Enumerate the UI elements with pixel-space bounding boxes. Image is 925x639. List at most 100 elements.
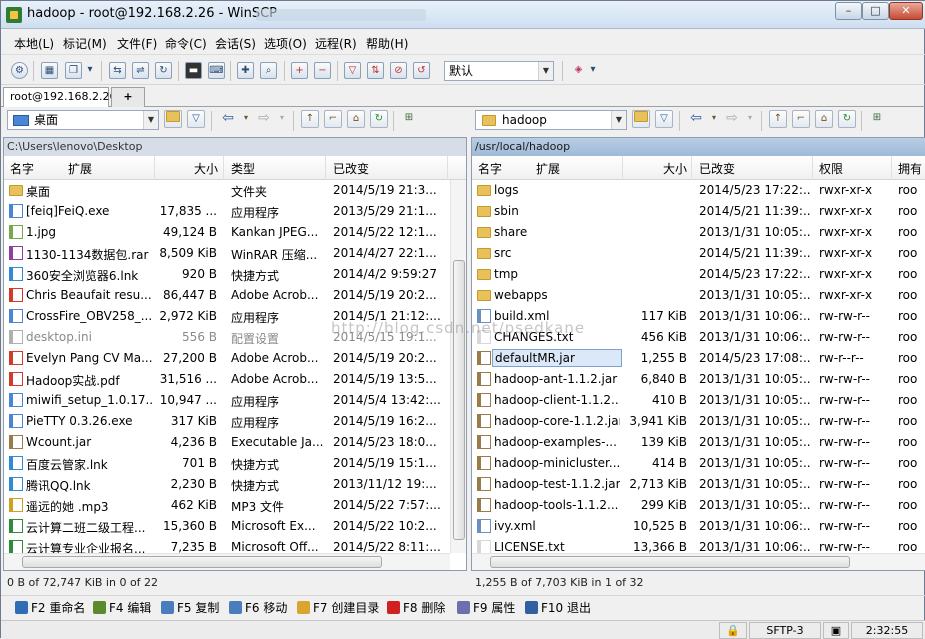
menu-options[interactable]: 选项(O) bbox=[261, 35, 310, 52]
tree-view-icon[interactable]: ⊞ bbox=[868, 110, 886, 128]
column-name[interactable]: 名字 bbox=[478, 160, 502, 177]
fkey-button-3[interactable]: F5 复制 bbox=[161, 599, 219, 616]
column-extension[interactable]: 扩展 bbox=[536, 160, 560, 177]
local-file-row[interactable]: 腾讯QQ.lnk 2,230 B 快捷方式 2013/11/12 19:... bbox=[4, 474, 466, 495]
local-file-row[interactable]: 云计算二班二级工程... 15,360 B Microsoft Ex... 2014/… bbox=[4, 516, 466, 537]
local-vertical-scrollbar[interactable] bbox=[450, 180, 466, 553]
back-arrow-icon[interactable]: ⇦ bbox=[219, 110, 237, 128]
column-modified[interactable]: 已改变 bbox=[333, 160, 369, 177]
parent-directory-icon[interactable]: ↑ bbox=[301, 110, 319, 128]
fkey-button-5[interactable]: F7 创建目录 bbox=[297, 599, 379, 616]
unselect-files-icon[interactable]: − bbox=[314, 62, 331, 79]
menu-command[interactable]: 命令(C) bbox=[162, 35, 210, 52]
local-drive-select[interactable]: 桌面 ▼ bbox=[7, 110, 159, 130]
open-folder-icon[interactable] bbox=[164, 110, 182, 128]
local-file-row[interactable]: Chris Beaufait resu... 86,447 B Adobe Acro… bbox=[4, 285, 466, 306]
new-session-tab-button[interactable]: + bbox=[111, 87, 145, 107]
scrollbar-thumb[interactable] bbox=[453, 260, 465, 540]
dropdown-chevron-icon[interactable]: ▾ bbox=[588, 62, 598, 79]
remote-file-row[interactable]: hadoop-examples-... 139 KiB 2013/1/31 10:0… bbox=[472, 432, 925, 453]
filter-icon[interactable]: ▽ bbox=[655, 110, 673, 128]
clear-selection-icon[interactable]: ⊘ bbox=[390, 62, 407, 79]
chevron-down-icon[interactable]: ▾ bbox=[237, 110, 255, 128]
close-button[interactable]: ✕ bbox=[889, 2, 923, 20]
fkey-button-4[interactable]: F6 移动 bbox=[229, 599, 287, 616]
maximize-button[interactable]: □ bbox=[862, 2, 889, 20]
local-file-row[interactable]: Hadoop实战.pdf 31,516 ... Adobe Acrob... 2014… bbox=[4, 369, 466, 390]
home-icon[interactable]: ⌂ bbox=[815, 110, 833, 128]
menu-session[interactable]: 会话(S) bbox=[212, 35, 259, 52]
select-files-icon[interactable]: + bbox=[291, 62, 308, 79]
console-icon[interactable]: ▬ bbox=[185, 62, 202, 79]
menu-file[interactable]: 文件(F) bbox=[114, 35, 160, 52]
local-file-row[interactable]: Wcount.jar 4,236 B Executable Ja... 2014/5/… bbox=[4, 432, 466, 453]
root-directory-icon[interactable]: ⌐ bbox=[792, 110, 810, 128]
new-session-icon[interactable]: ✚ bbox=[237, 62, 254, 79]
chevron-down-icon[interactable]: ▾ bbox=[273, 110, 291, 128]
title-bar[interactable]: hadoop - root@192.168.2.26 - WinSCP – □ … bbox=[1, 1, 925, 29]
column-name[interactable]: 名字 bbox=[10, 160, 34, 177]
local-horizontal-scrollbar[interactable] bbox=[4, 553, 450, 570]
menu-mark[interactable]: 标记(M) bbox=[60, 35, 110, 52]
local-file-row[interactable]: Evelyn Pang CV Ma... 27,200 B Adobe Acrob.… bbox=[4, 348, 466, 369]
local-file-row[interactable]: 遥远的她 .mp3 462 KiB MP3 文件 2014/5/22 7:57:... bbox=[4, 495, 466, 516]
remote-file-row[interactable]: share 2013/1/31 10:05:... rwxr-xr-x roo bbox=[472, 222, 925, 243]
dropdown-chevron-icon[interactable]: ▾ bbox=[85, 62, 95, 79]
chevron-down-icon[interactable]: ▼ bbox=[538, 62, 553, 80]
local-file-row[interactable]: PieTTY 0.3.26.exe 317 KiB 应用程序 2014/5/19 16… bbox=[4, 411, 466, 432]
winscp-app-icon[interactable] bbox=[6, 7, 22, 23]
column-size[interactable]: 大小 bbox=[194, 160, 218, 177]
forward-arrow-icon[interactable]: ⇨ bbox=[255, 110, 273, 128]
local-file-row[interactable]: 1130-1134数据包.rar 8,509 KiB WinRAR 压缩... 201… bbox=[4, 243, 466, 264]
scrollbar-thumb[interactable] bbox=[490, 556, 850, 568]
filter-icon[interactable]: ▽ bbox=[344, 62, 361, 79]
column-permissions[interactable]: 权限 bbox=[819, 160, 843, 177]
remote-file-row[interactable]: hadoop-client-1.1.2... 410 B 2013/1/31 10:… bbox=[472, 390, 925, 411]
fkey-button-6[interactable]: F8 删除 bbox=[387, 599, 445, 616]
refresh-sync-icon[interactable]: ↻ bbox=[155, 62, 172, 79]
chevron-down-icon[interactable]: ▼ bbox=[611, 111, 626, 129]
session-tab[interactable]: root@192.168.2.26 bbox=[3, 87, 117, 107]
chevron-down-icon[interactable]: ▾ bbox=[705, 110, 723, 128]
transfer-preset-icon[interactable]: ◈ bbox=[570, 62, 587, 79]
compare-directories-icon[interactable]: ⇌ bbox=[132, 62, 149, 79]
remote-file-row[interactable]: hadoop-core-1.1.2.jar 3,941 KiB 2013/1/31 … bbox=[472, 411, 925, 432]
column-modified[interactable]: 已改变 bbox=[699, 160, 735, 177]
invert-selection-icon[interactable]: ⇅ bbox=[367, 62, 384, 79]
remote-file-row[interactable]: ivy.xml 10,525 B 2013/1/31 10:06:... rw-rw-… bbox=[472, 516, 925, 537]
remote-file-row[interactable]: hadoop-test-1.1.2.jar 2,713 KiB 2013/1/31 … bbox=[472, 474, 925, 495]
local-file-row[interactable]: [feiq]FeiQ.exe 17,835 ... 应用程序 2013/5/29 21… bbox=[4, 201, 466, 222]
remote-file-row[interactable]: hadoop-tools-1.1.2... 299 KiB 2013/1/31 10… bbox=[472, 495, 925, 516]
fkey-button-1[interactable]: F2 重命名 bbox=[15, 599, 85, 616]
remote-file-row[interactable]: sbin 2014/5/21 11:39:... rwxr-xr-x roo bbox=[472, 201, 925, 222]
find-files-icon[interactable]: ⌕ bbox=[260, 62, 277, 79]
column-size[interactable]: 大小 bbox=[663, 160, 687, 177]
refresh-icon[interactable]: ↻ bbox=[838, 110, 856, 128]
back-arrow-icon[interactable]: ⇦ bbox=[687, 110, 705, 128]
parent-directory-icon[interactable]: ↑ bbox=[769, 110, 787, 128]
column-extension[interactable]: 扩展 bbox=[68, 160, 92, 177]
reset-icon[interactable]: ↺ bbox=[413, 62, 430, 79]
remote-file-row[interactable]: defaultMR.jar 1,255 B 2014/5/23 17:08:... r… bbox=[472, 348, 925, 369]
scrollbar-thumb[interactable] bbox=[22, 556, 382, 568]
column-type[interactable]: 类型 bbox=[231, 160, 255, 177]
transfer-settings-select[interactable]: 默认 ▼ bbox=[444, 61, 554, 81]
chevron-down-icon[interactable]: ▼ bbox=[143, 111, 158, 129]
local-file-row[interactable]: miwifi_setup_1.0.17... 10,947 ... 应用程序 2014… bbox=[4, 390, 466, 411]
queue-icon[interactable]: ▦ bbox=[41, 62, 58, 79]
remote-file-row[interactable]: src 2014/5/21 11:39:... rwxr-xr-x roo bbox=[472, 243, 925, 264]
forward-arrow-icon[interactable]: ⇨ bbox=[723, 110, 741, 128]
remote-file-row[interactable]: tmp 2014/5/23 17:22:... rwxr-xr-x roo bbox=[472, 264, 925, 285]
local-file-row[interactable]: 360安全浏览器6.lnk 920 B 快捷方式 2014/4/2 9:59:27 bbox=[4, 264, 466, 285]
tree-view-icon[interactable]: ⊞ bbox=[400, 110, 418, 128]
remote-directory-select[interactable]: hadoop ▼ bbox=[475, 110, 627, 130]
remote-file-row[interactable]: hadoop-minicluster... 414 B 2013/1/31 10:0… bbox=[472, 453, 925, 474]
remote-horizontal-scrollbar[interactable] bbox=[472, 553, 925, 570]
remote-file-row[interactable]: logs 2014/5/23 17:22:... rwxr-xr-x roo bbox=[472, 180, 925, 201]
putty-icon[interactable]: ⌨ bbox=[208, 62, 225, 79]
remote-file-row[interactable]: webapps 2013/1/31 10:05:... rwxr-xr-x roo bbox=[472, 285, 925, 306]
menu-help[interactable]: 帮助(H) bbox=[363, 35, 411, 52]
copy-config-icon[interactable]: ❐ bbox=[65, 62, 82, 79]
synchronize-icon[interactable]: ⇆ bbox=[109, 62, 126, 79]
local-file-row[interactable]: 1.jpg 49,124 B Kankan JPEG... 2014/5/22 12:… bbox=[4, 222, 466, 243]
